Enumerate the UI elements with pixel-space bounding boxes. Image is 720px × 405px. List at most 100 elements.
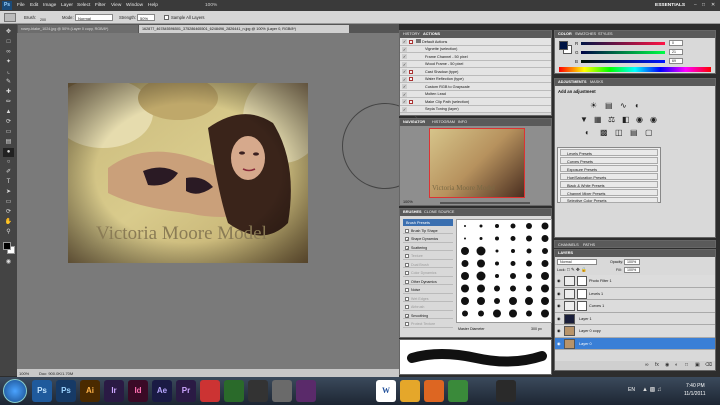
check-icon[interactable]: ✓ <box>402 69 407 74</box>
brush-tip-swatch[interactable] <box>461 272 469 280</box>
taskbar-app-icon[interactable] <box>224 380 244 402</box>
dialog-toggle-icon[interactable] <box>409 39 413 44</box>
brush-option-item[interactable]: Airbrush <box>403 304 453 311</box>
invert-icon[interactable]: ◐ <box>585 128 590 137</box>
layer-mask-thumb[interactable] <box>577 276 587 286</box>
brush-tip-swatch[interactable] <box>541 297 549 305</box>
check-icon[interactable]: ✓ <box>402 39 407 44</box>
menu-filter[interactable]: Filter <box>95 3 106 8</box>
brush-tip-swatch[interactable] <box>477 284 485 293</box>
lasso-tool-icon[interactable]: ∞ <box>3 48 14 57</box>
gradient-map-icon[interactable]: ▤ <box>630 128 638 137</box>
move-tool-icon[interactable]: ✥ <box>3 28 14 37</box>
curves-icon[interactable]: ∿ <box>620 101 627 110</box>
channel-b-value[interactable]: 69 <box>669 58 683 64</box>
preset-item[interactable]: Selective Color Presets <box>560 197 658 203</box>
add-mask-icon[interactable]: ◉ <box>665 362 669 368</box>
foreground-color-swatch[interactable] <box>3 242 11 250</box>
path-select-tool-icon[interactable]: ➤ <box>3 188 14 197</box>
menu-file[interactable]: File <box>17 3 25 8</box>
brush-option-item[interactable]: Color Dynamics <box>403 270 453 277</box>
layer-row[interactable]: ◉ Curves 1 <box>555 300 715 313</box>
menu-layer[interactable]: Layer <box>61 3 73 8</box>
taskbar-app-icon[interactable] <box>296 380 316 402</box>
brush-option-item[interactable]: Other Dynamics <box>403 278 453 285</box>
history-brush-tool-icon[interactable]: ⟳ <box>3 118 14 127</box>
preset-item[interactable]: Channel Mixer Presets <box>560 189 658 196</box>
document-tab[interactable]: rosey-blake_1024.jpg @ 50% (Layer 0 copy… <box>18 25 138 33</box>
levels-icon[interactable]: ▤ <box>605 101 613 110</box>
tab-masks[interactable]: MASKS <box>590 80 603 84</box>
clock-date[interactable]: 11/1/2011 <box>684 391 706 397</box>
maximize-button[interactable]: □ <box>702 3 705 8</box>
new-group-icon[interactable]: □ <box>685 362 688 368</box>
opacity-input[interactable]: 100% <box>624 259 640 265</box>
channel-mixer-icon[interactable]: ◉ <box>650 115 657 124</box>
layer-row[interactable]: ◉ Photo Filter 1 <box>555 275 715 288</box>
brush-tip-swatch[interactable] <box>541 309 549 318</box>
brush-option-checkbox[interactable] <box>405 254 409 258</box>
brush-option-checkbox[interactable] <box>405 322 409 326</box>
dialog-toggle-icon[interactable] <box>409 69 413 74</box>
healing-tool-icon[interactable]: ✚ <box>3 88 14 97</box>
tab-navigator[interactable]: NAVIGATOR <box>403 120 425 124</box>
brush-tip-swatch[interactable] <box>462 310 468 317</box>
taskbar-indesign[interactable]: Id <box>128 380 148 402</box>
taskbar-word[interactable]: W <box>376 380 396 402</box>
brush-option-checkbox[interactable] <box>405 262 409 267</box>
check-icon[interactable]: ✓ <box>402 91 407 97</box>
menu-view[interactable]: View <box>111 3 121 8</box>
dialog-toggle-icon[interactable] <box>409 99 413 104</box>
channel-r-slider[interactable] <box>581 42 665 45</box>
tab-channels[interactable]: CHANNELS <box>558 243 579 247</box>
link-layers-icon[interactable]: ∞ <box>645 362 649 368</box>
pen-tool-icon[interactable]: ✐ <box>3 168 14 177</box>
brush-tip-swatch[interactable] <box>526 273 532 279</box>
preset-item[interactable]: Black & White Presets <box>560 181 658 188</box>
brush-option-checkbox[interactable] <box>405 228 409 233</box>
taskbar-photoshop-active[interactable]: Ps <box>32 380 52 402</box>
action-item[interactable]: ✓ Frame Channel - 50 pixel <box>400 53 551 61</box>
action-item[interactable]: ✓ Wood Frame - 50 pixel <box>400 60 551 68</box>
tool-preset-icon[interactable] <box>4 13 16 22</box>
brush-option-checkbox[interactable] <box>405 296 409 301</box>
brush-tip-swatch[interactable] <box>510 261 516 266</box>
lock-icons[interactable]: □ ✎ ✥ 🔒 <box>567 267 587 273</box>
shape-tool-icon[interactable]: ▭ <box>3 198 14 207</box>
brush-tip-swatch[interactable] <box>461 260 469 267</box>
brush-tip-swatch[interactable] <box>525 297 533 305</box>
brush-tip-swatch[interactable] <box>495 249 499 253</box>
crop-tool-icon[interactable]: ⌞ <box>3 68 14 77</box>
color-spectrum-bar[interactable] <box>559 67 711 72</box>
navigator-thumbnail[interactable]: Victoria Moore Model <box>429 128 525 198</box>
preset-item[interactable]: Hue/Saturation Presets <box>560 173 658 180</box>
brush-option-item[interactable]: Texture <box>403 253 453 260</box>
check-icon[interactable]: ✓ <box>402 84 407 89</box>
eyedropper-tool-icon[interactable]: ✎ <box>3 78 14 87</box>
brush-tip-swatch[interactable] <box>526 260 532 267</box>
brush-tip-swatch[interactable] <box>526 248 532 254</box>
brush-tip-swatch[interactable] <box>476 246 486 256</box>
zoom-tool-icon[interactable]: ⚲ <box>3 228 14 237</box>
brush-option-item[interactable]: Dual Brush <box>403 261 453 268</box>
taskbar-imageready[interactable]: Ir <box>104 380 124 402</box>
brush-tip-swatch[interactable] <box>494 298 500 304</box>
hue-saturation-icon[interactable]: ▦ <box>594 115 602 124</box>
photo-filter-icon[interactable]: ◉ <box>636 115 643 124</box>
close-button[interactable]: ✕ <box>711 3 715 8</box>
brush-tip-swatch[interactable] <box>479 224 483 228</box>
brush-tip-swatch[interactable] <box>541 272 549 280</box>
brush-option-item[interactable]: ✓ Scattering <box>403 244 453 251</box>
layer-row[interactable]: ◉ Layer 0 copy <box>555 325 715 338</box>
check-icon[interactable]: ✓ <box>402 54 407 59</box>
status-zoom[interactable]: 100% <box>19 371 29 376</box>
taskbar-app-icon[interactable] <box>248 380 268 402</box>
brush-tip-swatch[interactable] <box>510 236 516 241</box>
visibility-eye-icon[interactable]: ◉ <box>557 341 562 346</box>
taskbar-app-icon[interactable] <box>200 380 220 402</box>
start-button[interactable] <box>3 379 27 403</box>
brush-option-checkbox[interactable] <box>405 305 409 309</box>
taskbar-illustrator[interactable]: Ai <box>80 380 100 402</box>
brush-option-item[interactable]: Wet Edges <box>403 295 453 302</box>
preset-item[interactable]: Levels Presets <box>560 149 658 156</box>
